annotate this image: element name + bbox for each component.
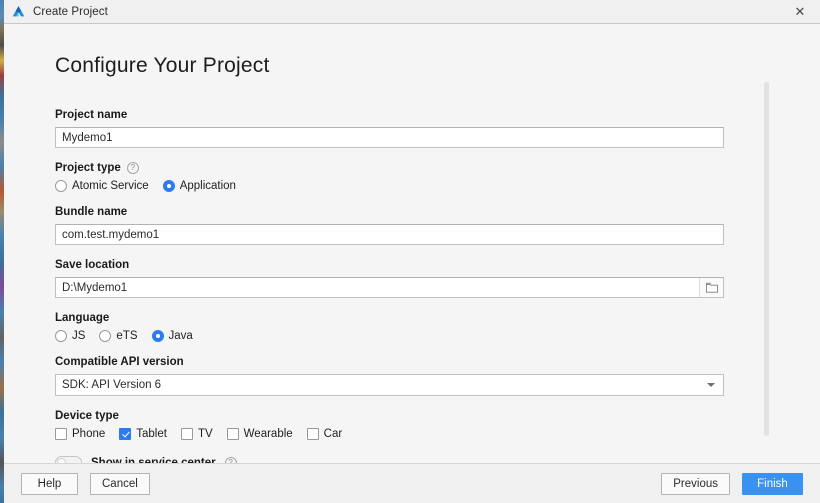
deveco-logo-icon — [12, 6, 25, 17]
footer-right-buttons: Previous Finish — [661, 472, 803, 495]
language-options: JS eTS Java — [55, 330, 820, 342]
api-version-value: SDK: API Version 6 — [62, 379, 162, 391]
checkbox-phone[interactable]: Phone — [55, 428, 105, 440]
folder-icon[interactable] — [699, 278, 723, 297]
checkbox-tv[interactable]: TV — [180, 428, 213, 440]
checkbox-tablet-label: Tablet — [136, 428, 167, 440]
save-location-input[interactable]: D:\Mydemo1 — [55, 277, 724, 298]
service-center-toggle[interactable] — [55, 456, 82, 463]
project-name-input[interactable]: Mydemo1 — [55, 127, 724, 148]
checkbox-square-icon — [226, 428, 239, 440]
checkbox-tablet[interactable]: Tablet — [119, 428, 167, 440]
language-label-text: Language — [55, 312, 110, 324]
api-version-select[interactable]: SDK: API Version 6 — [55, 374, 724, 396]
device-type-options: Phone Tablet TV Wearable Car — [55, 428, 820, 440]
field-save-location: Save location D:\Mydemo1 — [55, 259, 820, 298]
field-language: Language JS eTS Java — [55, 312, 820, 342]
language-label: Language — [55, 312, 820, 324]
field-project-name: Project name Mydemo1 — [55, 109, 820, 148]
folder-glyph-icon — [705, 282, 718, 293]
footer-left-buttons: Help Cancel — [21, 472, 150, 495]
checkbox-square-icon — [306, 428, 319, 440]
project-name-label: Project name — [55, 109, 820, 121]
form-content: Configure Your Project Project name Myde… — [4, 24, 820, 463]
checkbox-car-label: Car — [323, 428, 343, 440]
service-center-label: Show in service center — [91, 456, 216, 464]
help-button[interactable]: Help — [21, 472, 78, 495]
dialog-footer: Help Cancel Previous Finish — [4, 463, 820, 503]
save-location-label: Save location — [55, 259, 820, 271]
checkbox-phone-label: Phone — [72, 428, 106, 440]
radio-atomic-service[interactable]: Atomic Service — [55, 180, 149, 192]
radio-application-label: Application — [179, 180, 236, 192]
project-type-label-text: Project type — [55, 162, 121, 174]
radio-circle-icon — [55, 180, 67, 192]
radio-java[interactable]: Java — [151, 330, 193, 342]
help-icon-project-type[interactable]: ? — [126, 162, 139, 174]
radio-circle-selected-icon — [162, 180, 175, 192]
toggle-knob — [57, 458, 66, 463]
checkbox-square-icon — [55, 428, 67, 440]
project-type-label: Project type ? — [55, 162, 820, 174]
checkbox-wearable[interactable]: Wearable — [226, 428, 293, 440]
radio-atomic-service-label: Atomic Service — [72, 180, 149, 192]
field-project-type: Project type ? Atomic Service Applicatio… — [55, 162, 820, 192]
radio-java-label: Java — [168, 330, 193, 342]
field-service-center: Show in service center ? — [55, 456, 820, 463]
radio-circle-selected-icon — [151, 330, 164, 342]
close-icon[interactable]: ✕ — [780, 0, 820, 23]
radio-ets[interactable]: eTS — [99, 330, 138, 342]
scrollbar-thumb[interactable] — [764, 82, 769, 436]
radio-js[interactable]: JS — [55, 330, 85, 342]
checkbox-tv-label: TV — [197, 428, 213, 440]
checkbox-square-icon — [180, 428, 193, 440]
dialog-titlebar: Create Project ✕ — [4, 0, 820, 24]
save-location-value: D:\Mydemo1 — [62, 281, 128, 294]
bundle-name-input[interactable]: com.test.mydemo1 — [55, 224, 724, 245]
bundle-name-value: com.test.mydemo1 — [62, 228, 160, 241]
dialog-body: Configure Your Project Project name Myde… — [4, 24, 820, 463]
content-scrollbar[interactable] — [764, 82, 769, 436]
checkbox-wearable-label: Wearable — [243, 428, 293, 440]
radio-circle-icon — [55, 330, 67, 342]
project-name-label-text: Project name — [55, 109, 128, 121]
device-type-label: Device type — [55, 410, 820, 422]
help-icon-service-center[interactable]: ? — [224, 456, 237, 463]
project-type-options: Atomic Service Application — [55, 180, 820, 192]
field-device-type: Device type Phone Tablet TV Wearable Car — [55, 410, 820, 440]
api-version-label: Compatible API version — [55, 356, 820, 368]
radio-ets-label: eTS — [116, 330, 138, 342]
project-name-value: Mydemo1 — [62, 131, 113, 144]
dialog-title: Create Project — [33, 5, 108, 18]
radio-application[interactable]: Application — [162, 180, 236, 192]
finish-button[interactable]: Finish — [742, 472, 803, 495]
checkbox-car[interactable]: Car — [306, 428, 343, 440]
previous-button[interactable]: Previous — [661, 472, 730, 495]
api-version-label-text: Compatible API version — [55, 356, 184, 368]
checkbox-checked-icon — [119, 428, 132, 440]
save-location-label-text: Save location — [55, 259, 130, 271]
create-project-dialog: Create Project ✕ Configure Your Project … — [4, 0, 820, 503]
field-bundle-name: Bundle name com.test.mydemo1 — [55, 206, 820, 245]
device-type-label-text: Device type — [55, 410, 119, 422]
chevron-down-icon — [707, 383, 715, 387]
radio-circle-icon — [99, 330, 112, 342]
radio-js-label: JS — [72, 330, 86, 342]
field-api-version: Compatible API version SDK: API Version … — [55, 356, 820, 396]
page-title: Configure Your Project — [55, 54, 270, 77]
bundle-name-label: Bundle name — [55, 206, 820, 218]
bundle-name-label-text: Bundle name — [55, 206, 128, 218]
cancel-button[interactable]: Cancel — [90, 472, 150, 495]
